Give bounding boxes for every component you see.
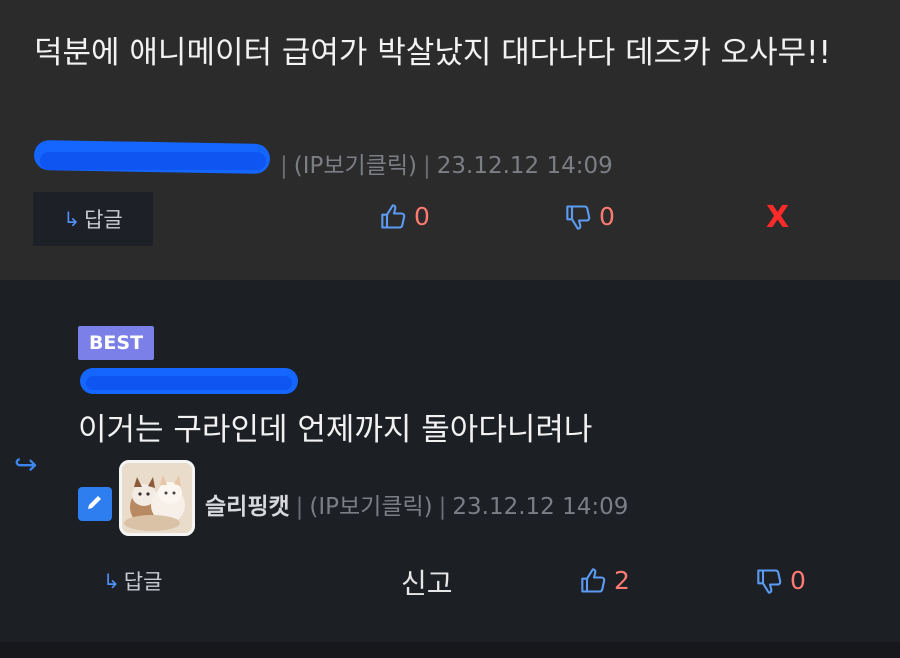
divider — [0, 642, 900, 658]
reply-label: 답글 — [123, 570, 163, 594]
timestamp: 23.12.12 14:09 — [452, 494, 629, 520]
comment-2-meta: 슬리핑캣 | (IP보기클릭) | 23.12.12 14:09 — [205, 494, 629, 520]
downvote-button[interactable]: 0 — [756, 566, 806, 595]
thumbs-up-icon — [381, 203, 406, 229]
ip-link[interactable]: (IP보기클릭) — [309, 494, 432, 520]
upvote-button[interactable]: 2 — [580, 566, 630, 595]
cat-avatar — [122, 463, 192, 533]
thumbs-down-icon — [566, 204, 591, 230]
reply-label: 답글 — [84, 208, 123, 232]
redacted-username-stroke — [40, 152, 266, 170]
report-button[interactable]: 신고 — [401, 562, 453, 602]
comment-1-text: 덕분에 애니메이터 급여가 박살났지 대다나다 데즈카 오사무!! — [34, 35, 831, 71]
delete-button[interactable]: X — [766, 200, 789, 235]
upvote-button[interactable]: 0 — [380, 202, 430, 231]
best-badge: BEST — [78, 326, 154, 360]
upvote-count: 0 — [414, 202, 430, 231]
pencil-icon — [78, 487, 112, 521]
reply-button[interactable]: ↳ 답글 — [33, 192, 153, 246]
ip-link[interactable]: (IP보기클릭) — [294, 153, 417, 179]
downvote-count: 0 — [599, 202, 615, 231]
comment-1-meta: | (IP보기클릭) | 23.12.12 14:09 — [280, 153, 613, 179]
avatar[interactable] — [119, 460, 195, 536]
reply-arrow-icon: ↳ — [63, 207, 81, 231]
username[interactable]: 슬리핑캣 — [205, 494, 290, 520]
comment-2-text: 이거는 구라인데 언제까지 돌아다니려나 — [78, 412, 593, 448]
redacted-reply-target-stroke — [86, 376, 292, 390]
comment-1: 덕분에 애니메이터 급여가 박살났지 대다나다 데즈카 오사무!! | (IP보기… — [0, 0, 900, 280]
downvote-count: 0 — [790, 566, 806, 595]
reply-arrow-icon: ↳ — [103, 569, 120, 593]
upvote-count: 2 — [614, 566, 630, 595]
reply-indicator-icon: ↪ — [14, 448, 38, 481]
thumbs-up-icon — [581, 567, 606, 593]
timestamp: 23.12.12 14:09 — [436, 153, 613, 179]
thumbs-down-icon — [757, 568, 782, 594]
reply-button[interactable]: ↳ 답글 — [103, 566, 162, 596]
downvote-button[interactable]: 0 — [565, 202, 615, 231]
